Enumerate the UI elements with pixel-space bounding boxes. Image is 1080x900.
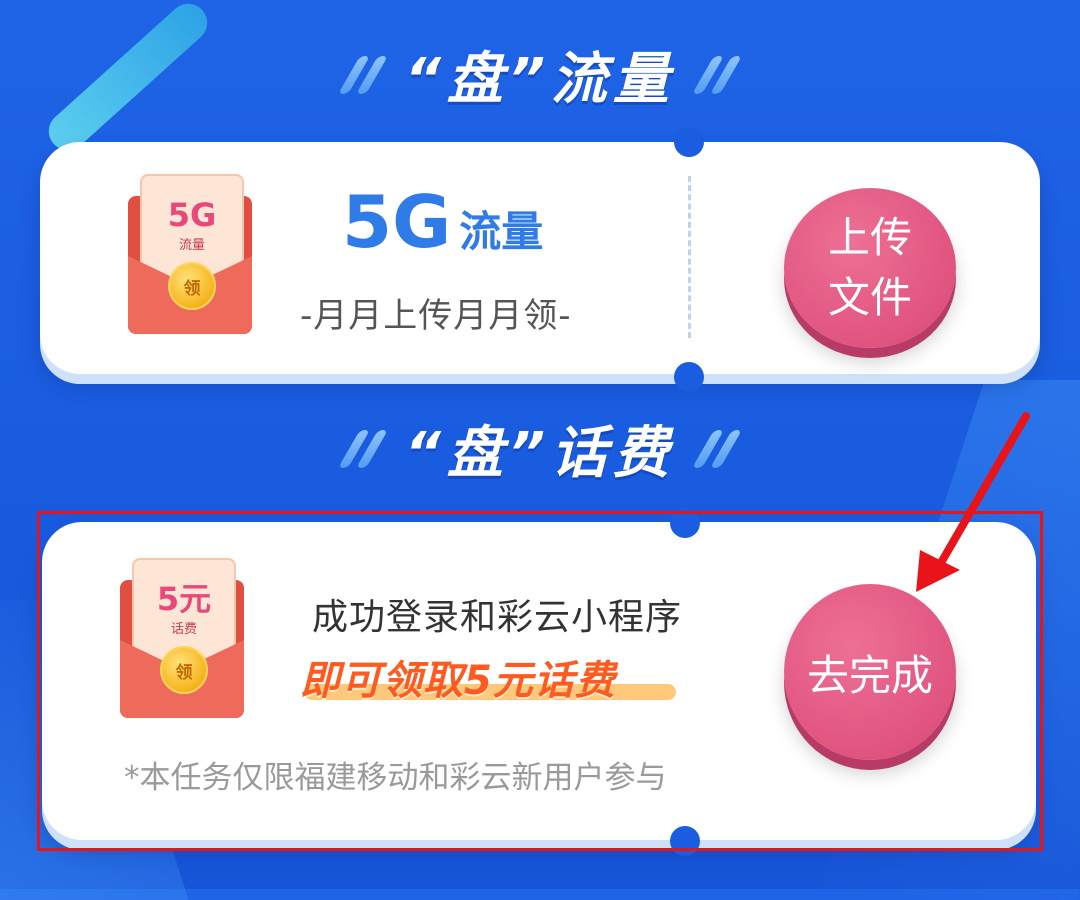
envelope-amount: 5G [167, 196, 217, 234]
slash-decoration [692, 55, 743, 94]
ticket-notch [674, 362, 704, 392]
button-label-line1: 上传 [827, 213, 912, 262]
reward-amount: 5G [342, 180, 452, 264]
section-title-text: “盘”流量 [404, 47, 676, 112]
button-label-line2: 文件 [827, 273, 912, 322]
slash-decoration [692, 429, 743, 468]
red-envelope-icon: 5G 流量 领 [128, 174, 252, 334]
dashed-divider [688, 176, 691, 338]
section-title-data: “盘”流量 [0, 34, 1080, 115]
reward-subtitle: -月月上传月月领- [300, 296, 572, 336]
upload-file-button[interactable]: 上传 文件 [784, 188, 956, 348]
ticket-notch [674, 127, 704, 157]
envelope-label: 流量 [178, 238, 205, 253]
slash-decoration [337, 429, 388, 468]
annotation-highlight-box [37, 511, 1043, 851]
reward-type: 流量 [459, 207, 544, 256]
slash-decoration [337, 55, 388, 94]
coin-icon: 领 [168, 262, 216, 310]
reward-headline: 5G 流量 [342, 184, 543, 260]
section-title-text: “盘”话费 [404, 421, 676, 486]
annotation-arrow-icon [916, 412, 1030, 592]
